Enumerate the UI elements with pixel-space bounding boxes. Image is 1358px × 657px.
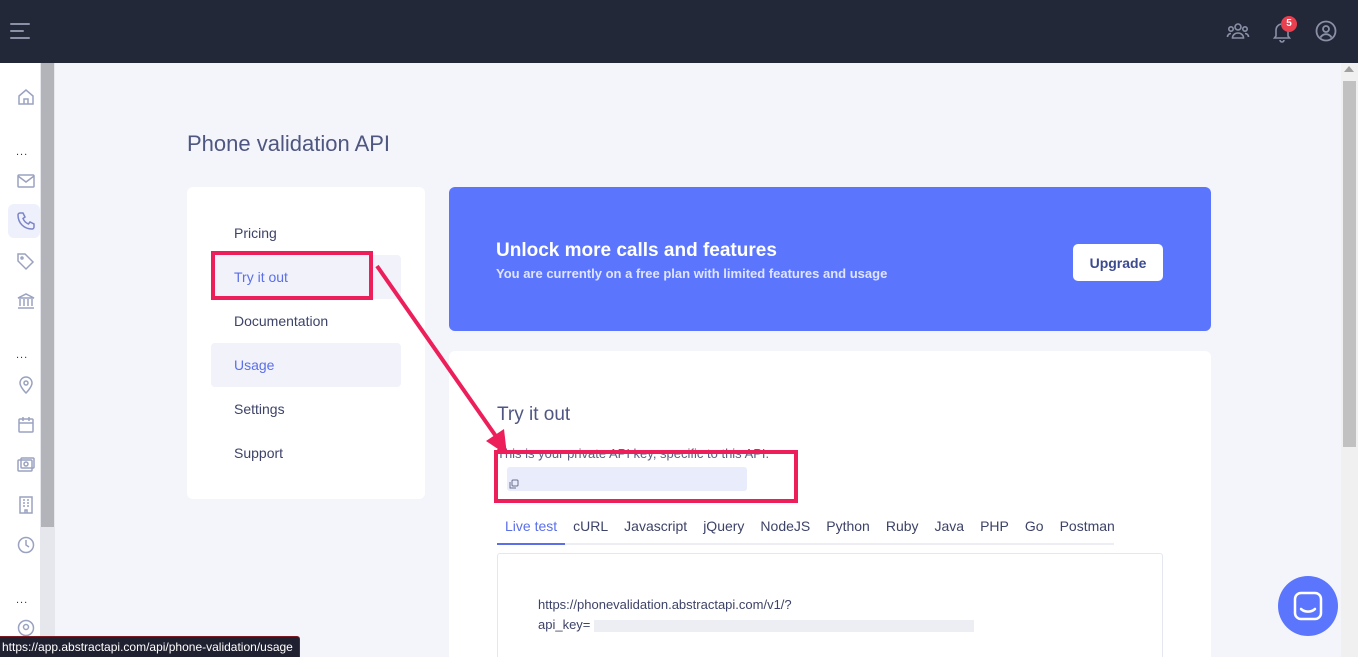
hamburger-menu-icon[interactable] bbox=[10, 23, 32, 39]
upgrade-banner: Unlock more calls and features You are c… bbox=[449, 187, 1211, 331]
sidebar-dots: ... bbox=[16, 146, 29, 158]
tab-curl[interactable]: cURL bbox=[565, 514, 616, 543]
highlight-api-key bbox=[494, 450, 798, 503]
page-scrollbar-thumb[interactable] bbox=[1343, 81, 1356, 447]
tab-jquery[interactable]: jQuery bbox=[695, 514, 752, 543]
upgrade-button[interactable]: Upgrade bbox=[1073, 244, 1163, 281]
try-it-out-card: Try it out This is your private API key,… bbox=[449, 351, 1211, 657]
user-circle-icon[interactable] bbox=[16, 618, 36, 638]
highlight-try-it-out bbox=[211, 251, 373, 300]
scroll-up-arrow-icon[interactable] bbox=[1344, 66, 1354, 72]
try-it-out-title: Try it out bbox=[497, 404, 571, 425]
bank-icon[interactable] bbox=[16, 291, 36, 311]
tab-python[interactable]: Python bbox=[818, 514, 878, 543]
image-icon[interactable] bbox=[16, 455, 36, 475]
clock-icon[interactable] bbox=[16, 535, 36, 555]
banner-title: Unlock more calls and features bbox=[496, 240, 777, 261]
menu-item-support[interactable]: Support bbox=[211, 431, 401, 475]
team-icon[interactable] bbox=[1226, 19, 1250, 43]
tab-php[interactable]: PHP bbox=[972, 514, 1017, 543]
menu-item-usage[interactable]: Usage bbox=[211, 343, 401, 387]
sidebar-scrollbar-thumb[interactable] bbox=[41, 63, 54, 527]
banner-subtitle: You are currently on a free plan with li… bbox=[496, 266, 888, 281]
tag-icon[interactable] bbox=[16, 251, 36, 271]
calendar-icon[interactable] bbox=[16, 415, 36, 435]
tab-javascript[interactable]: Javascript bbox=[616, 514, 695, 543]
chat-icon bbox=[1293, 591, 1323, 621]
building-icon[interactable] bbox=[16, 495, 36, 515]
api-key-param: api_key= bbox=[538, 617, 591, 632]
menu-item-pricing[interactable]: Pricing bbox=[211, 211, 401, 255]
api-side-menu: Pricing Try it out Documentation Usage S… bbox=[187, 187, 425, 499]
tab-nodejs[interactable]: NodeJS bbox=[752, 514, 818, 543]
request-url-box: https://phonevalidation.abstractapi.com/… bbox=[497, 553, 1163, 657]
menu-item-settings[interactable]: Settings bbox=[211, 387, 401, 431]
user-account-icon[interactable] bbox=[1314, 19, 1338, 43]
location-pin-icon[interactable] bbox=[16, 375, 36, 395]
menu-item-documentation[interactable]: Documentation bbox=[211, 299, 401, 343]
tab-live-test[interactable]: Live test bbox=[497, 514, 566, 545]
sidebar-dots: ... bbox=[16, 349, 29, 361]
sidebar-dots: ... bbox=[16, 594, 29, 606]
tab-go[interactable]: Go bbox=[1017, 514, 1052, 543]
tab-java[interactable]: Java bbox=[927, 514, 973, 543]
top-bar: 5 bbox=[0, 0, 1358, 63]
email-icon[interactable] bbox=[16, 171, 36, 191]
language-tabs: Live test cURL Javascript jQuery NodeJS … bbox=[497, 514, 1115, 545]
status-bar-url: https://app.abstractapi.com/api/phone-va… bbox=[0, 636, 300, 657]
request-url-line: https://phonevalidation.abstractapi.com/… bbox=[538, 597, 792, 612]
home-icon[interactable] bbox=[16, 87, 36, 107]
request-params-line: api_key= bbox=[538, 617, 975, 632]
masked-api-key bbox=[594, 619, 975, 632]
tab-ruby[interactable]: Ruby bbox=[878, 514, 927, 543]
chat-support-button[interactable] bbox=[1278, 576, 1338, 636]
phone-icon[interactable] bbox=[16, 211, 36, 231]
tab-postman[interactable]: Postman bbox=[1052, 514, 1123, 543]
page-title: Phone validation API bbox=[187, 131, 391, 156]
notification-badge: 5 bbox=[1281, 16, 1297, 32]
